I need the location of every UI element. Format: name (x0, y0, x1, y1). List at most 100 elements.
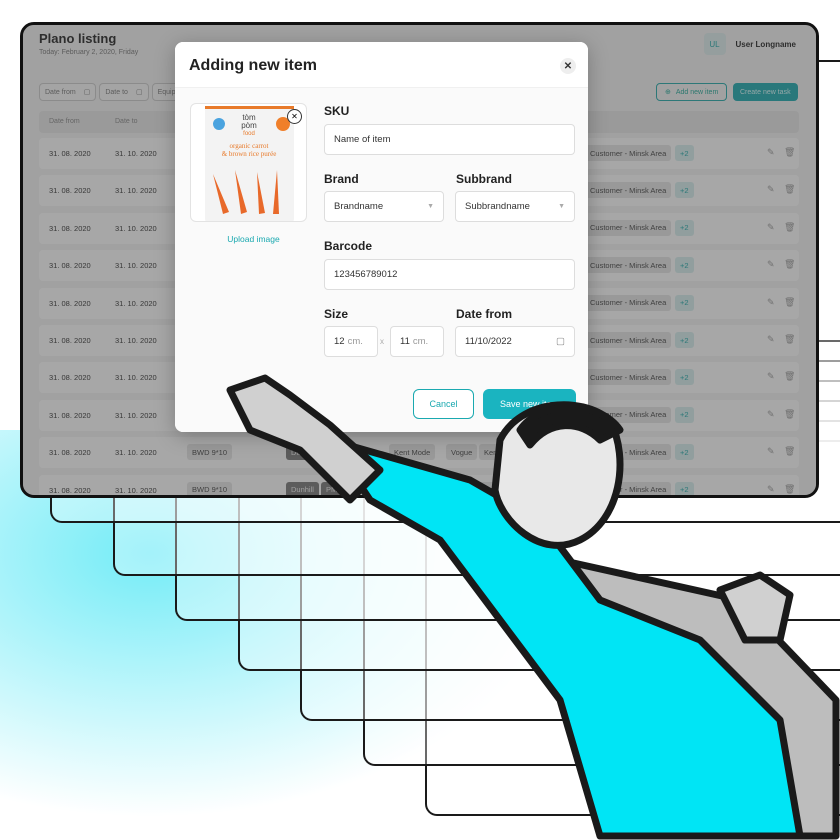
customer-tag: Customer - Minsk Area (585, 406, 672, 423)
column-date-to[interactable]: Date to (115, 118, 138, 125)
more-tag[interactable]: +2 (675, 145, 694, 161)
trash-icon[interactable]: 🗑 (784, 259, 795, 270)
more-tag[interactable]: +2 (675, 294, 694, 311)
edit-icon[interactable]: ✎ (767, 297, 775, 308)
trash-icon[interactable]: 🗑 (784, 334, 795, 345)
date-from-cell: 31. 08. 2020 (49, 410, 91, 420)
edit-icon[interactable]: ✎ (767, 259, 775, 270)
date-to-cell: 31. 10. 2020 (115, 261, 157, 271)
brand-tag: Dunhill (286, 444, 319, 461)
date-to-filter[interactable]: Date to ▢ (99, 83, 149, 101)
edit-icon[interactable]: ✎ (767, 371, 775, 382)
date-from-input[interactable]: 11/10/2022 ▢ (455, 326, 575, 357)
brand-tag: PM (321, 481, 343, 495)
more-tag[interactable]: +2 (675, 332, 694, 348)
svg-text:organic carrot: organic carrot (230, 142, 269, 150)
size-height-input[interactable]: 11 cm. (390, 326, 444, 357)
more-tag[interactable]: +2 (675, 182, 694, 199)
date-from-label: Date from (456, 307, 513, 321)
brand-tag: Kent New (479, 481, 522, 495)
svg-text:& brown rice purée: & brown rice purée (222, 150, 277, 158)
edit-icon[interactable]: ✎ (767, 184, 775, 195)
date-from-cell: 31. 08. 2020 (49, 223, 91, 233)
plus-circle-icon: ⊕ (665, 89, 671, 96)
trash-icon[interactable]: 🗑 (784, 371, 795, 382)
product-image: tòm pòm food organic carrot & brown rice… (190, 103, 307, 222)
add-new-item-button[interactable]: ⊕ Add new item (656, 83, 728, 101)
chevron-down-icon: ▼ (558, 203, 565, 210)
edit-icon[interactable]: ✎ (767, 147, 775, 158)
calendar-icon: ▢ (135, 89, 143, 96)
trash-icon[interactable]: 🗑 (784, 222, 795, 233)
svg-text:food: food (243, 131, 255, 137)
more-tag[interactable]: +2 (675, 444, 694, 461)
more-tag[interactable]: +2 (675, 369, 694, 386)
trash-icon[interactable]: 🗑 (784, 484, 795, 495)
brand-tag: Kent Mode (389, 444, 436, 461)
brand-label: Brand (324, 172, 359, 186)
trash-icon[interactable]: 🗑 (784, 147, 795, 158)
table-row[interactable]: 31. 08. 2020 31. 10. 2020 BWD 9*10 Dunhill P… (39, 474, 799, 495)
customer-tag: Customer - Minsk Area (585, 294, 672, 311)
edit-icon[interactable]: ✎ (767, 484, 775, 495)
column-date-from[interactable]: Date from (49, 118, 80, 125)
equipment-tag: BWD 9*10 (187, 444, 233, 461)
brand-tag: Vogue (446, 481, 478, 495)
date-from-cell: 31. 08. 2020 (49, 186, 91, 196)
brand-select[interactable]: Brandname ▼ (324, 191, 444, 222)
trash-icon[interactable]: 🗑 (784, 409, 795, 420)
more-tag[interactable]: +2 (675, 257, 694, 274)
sku-input[interactable]: Name of item (324, 124, 575, 155)
user-menu[interactable]: UL User Longname (703, 33, 796, 55)
date-to-cell: 31. 10. 2020 (115, 485, 157, 495)
remove-image-icon[interactable]: ✕ (287, 109, 302, 124)
close-icon[interactable]: ✕ (560, 58, 576, 74)
brand-tag: Vogue (446, 444, 478, 461)
date-to-cell: 31. 10. 2020 (115, 336, 157, 345)
brand-tag: Kent New (479, 444, 522, 461)
customer-tag: Customer - Minsk Area (585, 481, 672, 495)
modal-title: Adding new item (189, 57, 317, 74)
customer-tag: Customer - Minsk Area (585, 145, 672, 161)
size-separator: x (380, 337, 384, 346)
date-to-cell: 31. 10. 2020 (115, 410, 157, 420)
date-to-cell: 31. 10. 2020 (115, 149, 157, 158)
create-new-task-button[interactable]: Create new task (733, 83, 798, 101)
barcode-input[interactable]: 123456789012 (324, 259, 575, 290)
more-tag[interactable]: +2 (675, 481, 694, 495)
more-tag[interactable]: +2 (675, 219, 694, 236)
page-subtitle: Today: February 2, 2020, Friday (39, 49, 139, 56)
edit-icon[interactable]: ✎ (767, 409, 775, 420)
date-from-cell: 31. 08. 2020 (49, 149, 91, 158)
user-name: User Longname (735, 39, 796, 49)
subbrand-label: Subbrand (456, 172, 512, 186)
upload-image-link[interactable]: Upload image (190, 234, 317, 244)
trash-icon[interactable]: 🗑 (784, 184, 795, 195)
chevron-down-icon: ▼ (427, 203, 434, 210)
date-from-cell: 31. 08. 2020 (49, 261, 91, 271)
svg-text:pòm: pòm (241, 121, 257, 130)
customer-tag: Customer - Minsk Area (585, 182, 672, 199)
date-from-cell: 31. 08. 2020 (49, 298, 91, 308)
trash-icon[interactable]: 🗑 (784, 446, 795, 457)
date-from-filter[interactable]: Date from ▢ (39, 83, 97, 101)
edit-icon[interactable]: ✎ (767, 222, 775, 233)
subbrand-select[interactable]: Subbrandname ▼ (455, 191, 575, 222)
more-tag[interactable]: +2 (675, 406, 694, 423)
date-from-cell: 31. 08. 2020 (49, 336, 91, 345)
sku-label: SKU (324, 104, 350, 118)
date-from-cell: 31. 08. 2020 (49, 485, 91, 495)
save-new-item-button[interactable]: Save new item (483, 389, 576, 419)
size-width-input[interactable]: 12 cm. (324, 326, 378, 357)
avatar: UL (703, 33, 726, 55)
edit-icon[interactable]: ✎ (767, 334, 775, 345)
cancel-button[interactable]: Cancel (413, 389, 474, 419)
customer-tag: Customer - Minsk Area (585, 257, 672, 274)
trash-icon[interactable]: 🗑 (784, 297, 795, 308)
table-row[interactable]: 31. 08. 2020 31. 10. 2020 BWD 9*10 Dunhill P… (39, 437, 799, 469)
customer-tag: Customer - Minsk Area (585, 369, 672, 386)
date-to-cell: 31. 10. 2020 (115, 186, 157, 196)
brand-tag: Dunhill (286, 481, 319, 495)
brand-tag: Kent Mode (389, 481, 436, 495)
edit-icon[interactable]: ✎ (767, 446, 775, 457)
